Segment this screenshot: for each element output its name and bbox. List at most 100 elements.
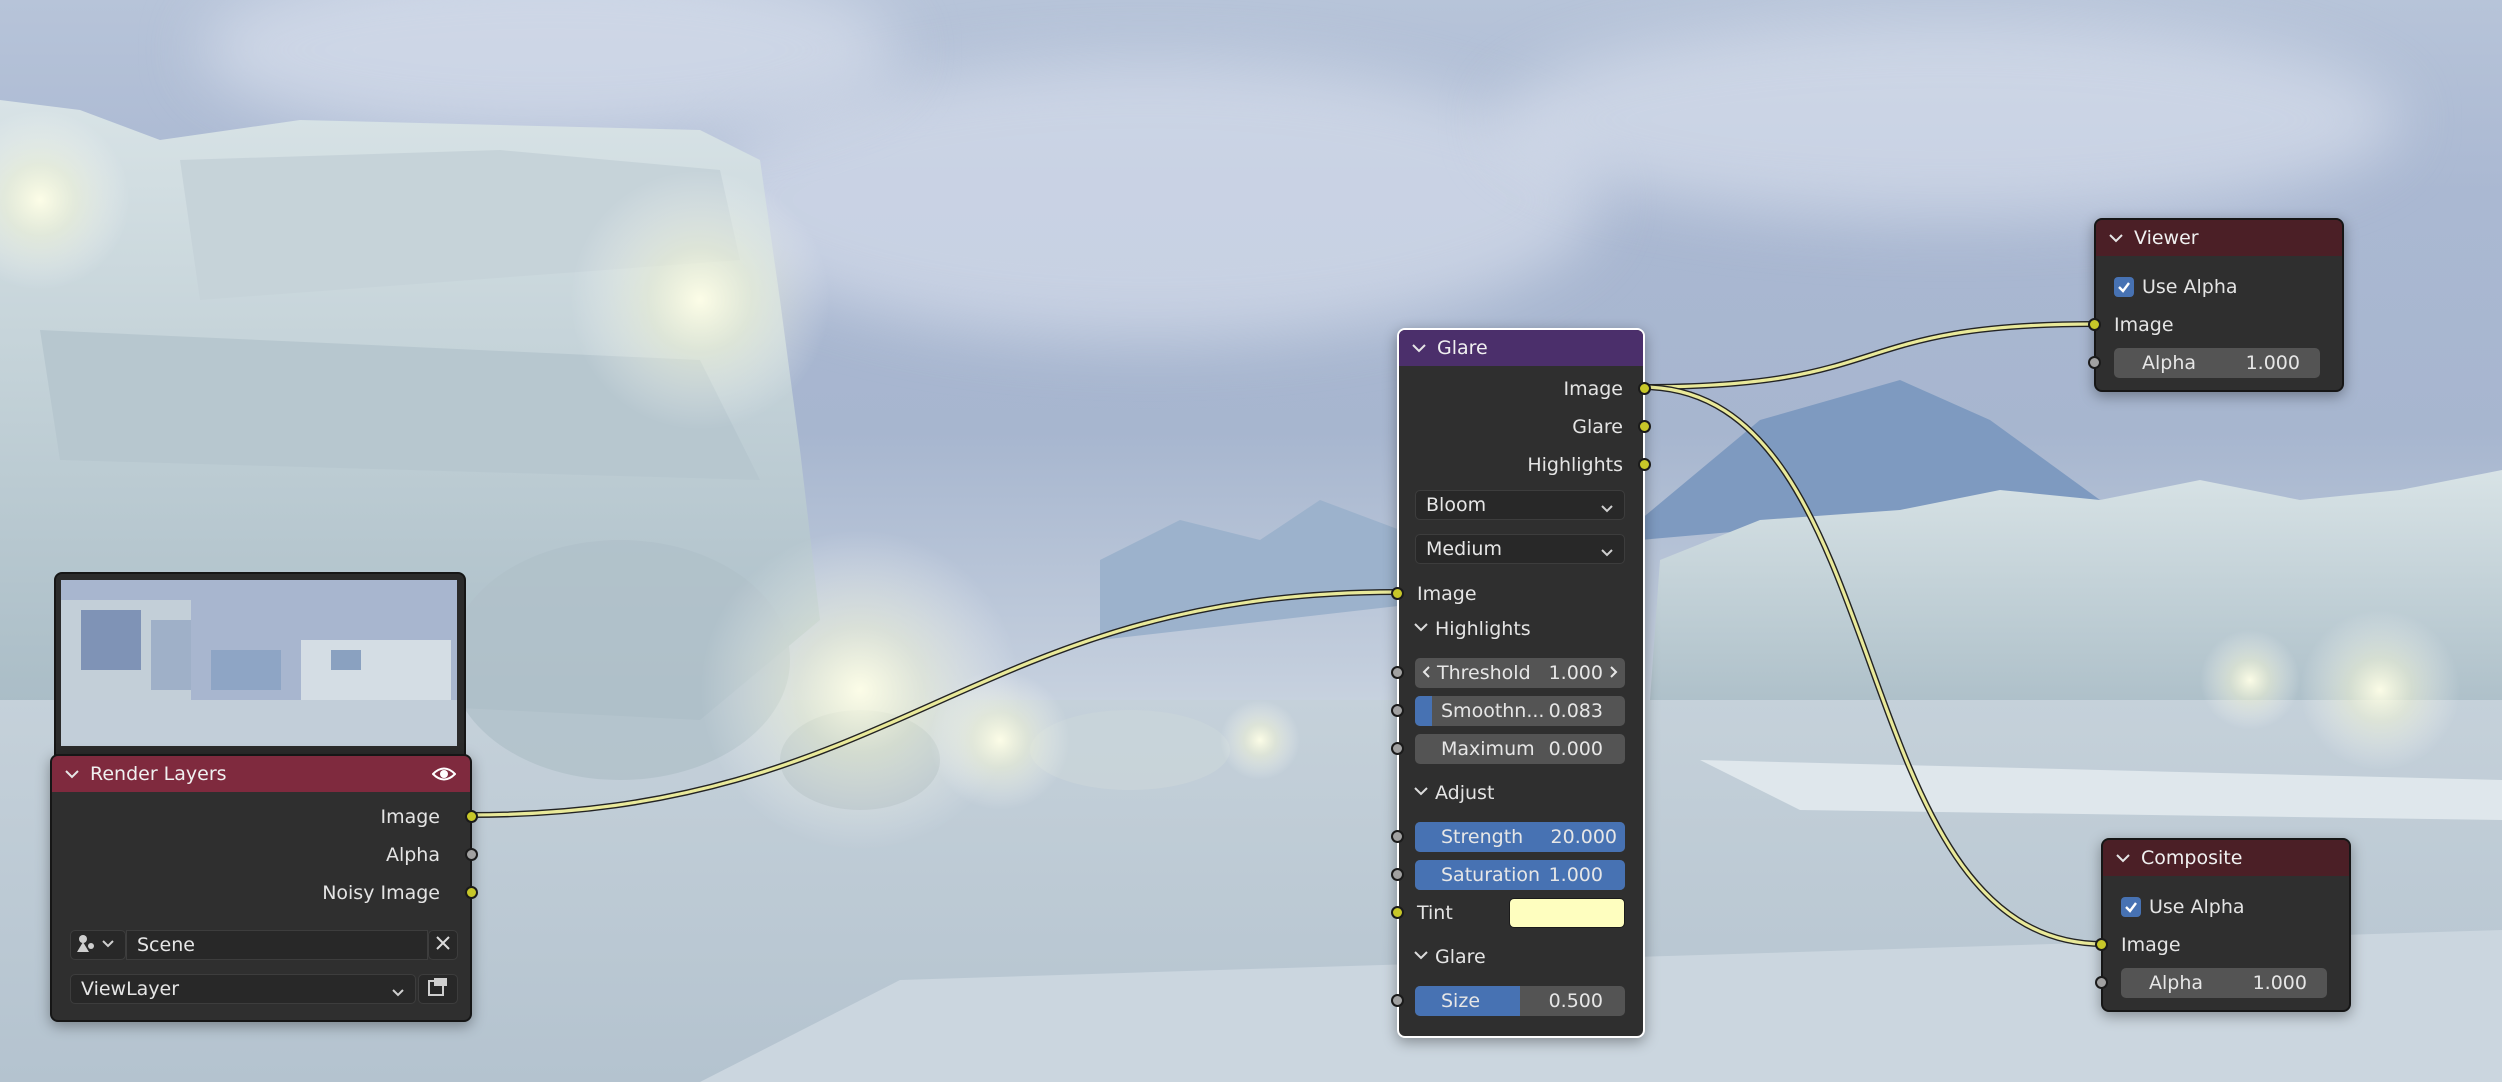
smoothness-socket[interactable] [1391,704,1404,717]
chevron-left-icon[interactable] [1421,662,1431,684]
input-image-socket[interactable] [2095,938,2108,951]
chevron-down-icon [391,983,405,1005]
field-value: 1.000 [1548,662,1603,684]
field-label: Threshold [1437,662,1531,684]
field-value: 20.000 [1550,826,1617,848]
tint-color-swatch[interactable] [1509,898,1625,928]
panel-title: Glare [1435,946,1486,968]
collapse-chevron-icon[interactable] [2106,228,2126,248]
input-image-label: Image [1417,583,1477,605]
quality-value: Medium [1426,538,1502,560]
preview-thumbnail [61,580,457,746]
output-image-label: Image [380,806,440,828]
chevron-right-icon[interactable] [1609,662,1619,684]
scene-icon [75,932,97,959]
glare-type-select[interactable]: Bloom [1415,490,1625,520]
view-layer-value: ViewLayer [81,978,180,1000]
output-highlights-socket[interactable] [1638,458,1651,471]
render-layers-node[interactable]: Render Layers Image Alpha Noisy Image Sc… [50,754,478,1022]
alpha-socket[interactable] [2095,976,2108,989]
tint-socket[interactable] [1391,906,1404,919]
size-field[interactable]: Size 0.500 [1415,986,1625,1016]
scene-browse-button[interactable] [70,930,126,960]
chevron-down-icon [1413,946,1429,968]
node-title: Viewer [2134,227,2199,249]
panel-title: Adjust [1435,782,1495,804]
input-image-label: Image [2121,934,2181,956]
output-glare-socket[interactable] [1638,420,1651,433]
collapse-chevron-icon[interactable] [2113,848,2133,868]
output-highlights-label: Highlights [1527,454,1623,476]
chevron-down-icon [1600,543,1614,565]
field-label: Strength [1441,826,1524,848]
glare-type-value: Bloom [1426,494,1487,516]
close-icon [435,934,451,956]
node-title: Glare [1437,337,1488,359]
viewer-header[interactable]: Viewer [2096,220,2342,256]
checkbox-label: Use Alpha [2149,896,2245,918]
smoothness-field[interactable]: Smoothn... 0.083 [1415,696,1625,726]
checkmark-icon[interactable] [2114,277,2134,297]
use-alpha-checkbox[interactable]: Use Alpha [2121,892,2245,922]
input-image-socket[interactable] [1391,587,1404,600]
adjust-panel-header[interactable]: Adjust [1413,778,1494,808]
node-title: Composite [2141,847,2243,869]
saturation-field[interactable]: Saturation 1.000 [1415,860,1625,890]
field-label: Alpha [2149,972,2204,994]
size-socket[interactable] [1391,994,1404,1007]
threshold-socket[interactable] [1391,666,1404,679]
strength-socket[interactable] [1391,830,1404,843]
output-alpha-socket[interactable] [465,848,478,861]
strength-field[interactable]: Strength 20.000 [1415,822,1625,852]
field-value: 0.000 [1548,738,1603,760]
chevron-down-icon [1413,782,1429,804]
glare-header[interactable]: Glare [1399,330,1643,366]
panel-title: Highlights [1435,618,1531,640]
render-layers-header[interactable]: Render Layers [52,756,470,792]
saturation-socket[interactable] [1391,868,1404,881]
alpha-field[interactable]: Alpha 1.000 [2121,968,2327,998]
alpha-socket[interactable] [2088,356,2101,369]
glare-node[interactable]: Glare Image Glare Highlights Bloom Mediu… [1391,328,1651,1038]
view-layer-mode-button[interactable] [418,974,458,1004]
threshold-field[interactable]: Threshold 1.000 [1415,658,1625,688]
collapse-chevron-icon[interactable] [1409,338,1429,358]
scene-field[interactable]: Scene [126,930,428,960]
chevron-down-icon [1600,499,1614,521]
chevron-down-icon [101,934,115,956]
output-image-socket[interactable] [1638,382,1651,395]
output-image-socket[interactable] [465,810,478,823]
output-noisy-image-socket[interactable] [465,886,478,899]
quality-select[interactable]: Medium [1415,534,1625,564]
eye-icon[interactable] [431,764,457,789]
use-alpha-checkbox[interactable]: Use Alpha [2114,272,2238,302]
checkbox-label: Use Alpha [2142,276,2238,298]
input-image-label: Image [2114,314,2174,336]
collapse-chevron-icon[interactable] [62,764,82,784]
checkmark-icon[interactable] [2121,897,2141,917]
highlights-panel-header[interactable]: Highlights [1413,614,1531,644]
composite-node[interactable]: Composite Use Alpha Image Alpha 1.000 [2095,838,2351,1012]
output-noisy-image-label: Noisy Image [322,882,440,904]
field-value: 1.000 [1548,864,1603,886]
render-layers-preview [54,572,466,756]
field-label: Maximum [1441,738,1535,760]
glare-panel-header[interactable]: Glare [1413,942,1486,972]
alpha-field[interactable]: Alpha 1.000 [2114,348,2320,378]
output-glare-label: Glare [1572,416,1623,438]
tint-label: Tint [1417,902,1453,924]
clear-scene-button[interactable] [428,930,458,960]
viewer-node[interactable]: Viewer Use Alpha Image Alpha 1.000 [2088,218,2344,392]
output-alpha-label: Alpha [385,844,440,866]
maximum-socket[interactable] [1391,742,1404,755]
field-value: 0.500 [1548,990,1603,1012]
field-value: 1.000 [2245,352,2300,374]
field-label: Alpha [2142,352,2197,374]
output-image-label: Image [1563,378,1623,400]
field-value: 1.000 [2252,972,2307,994]
maximum-field[interactable]: Maximum 0.000 [1415,734,1625,764]
input-image-socket[interactable] [2088,318,2101,331]
composite-header[interactable]: Composite [2103,840,2349,876]
field-label: Saturation [1441,864,1541,886]
view-layer-select[interactable]: ViewLayer [70,974,416,1004]
